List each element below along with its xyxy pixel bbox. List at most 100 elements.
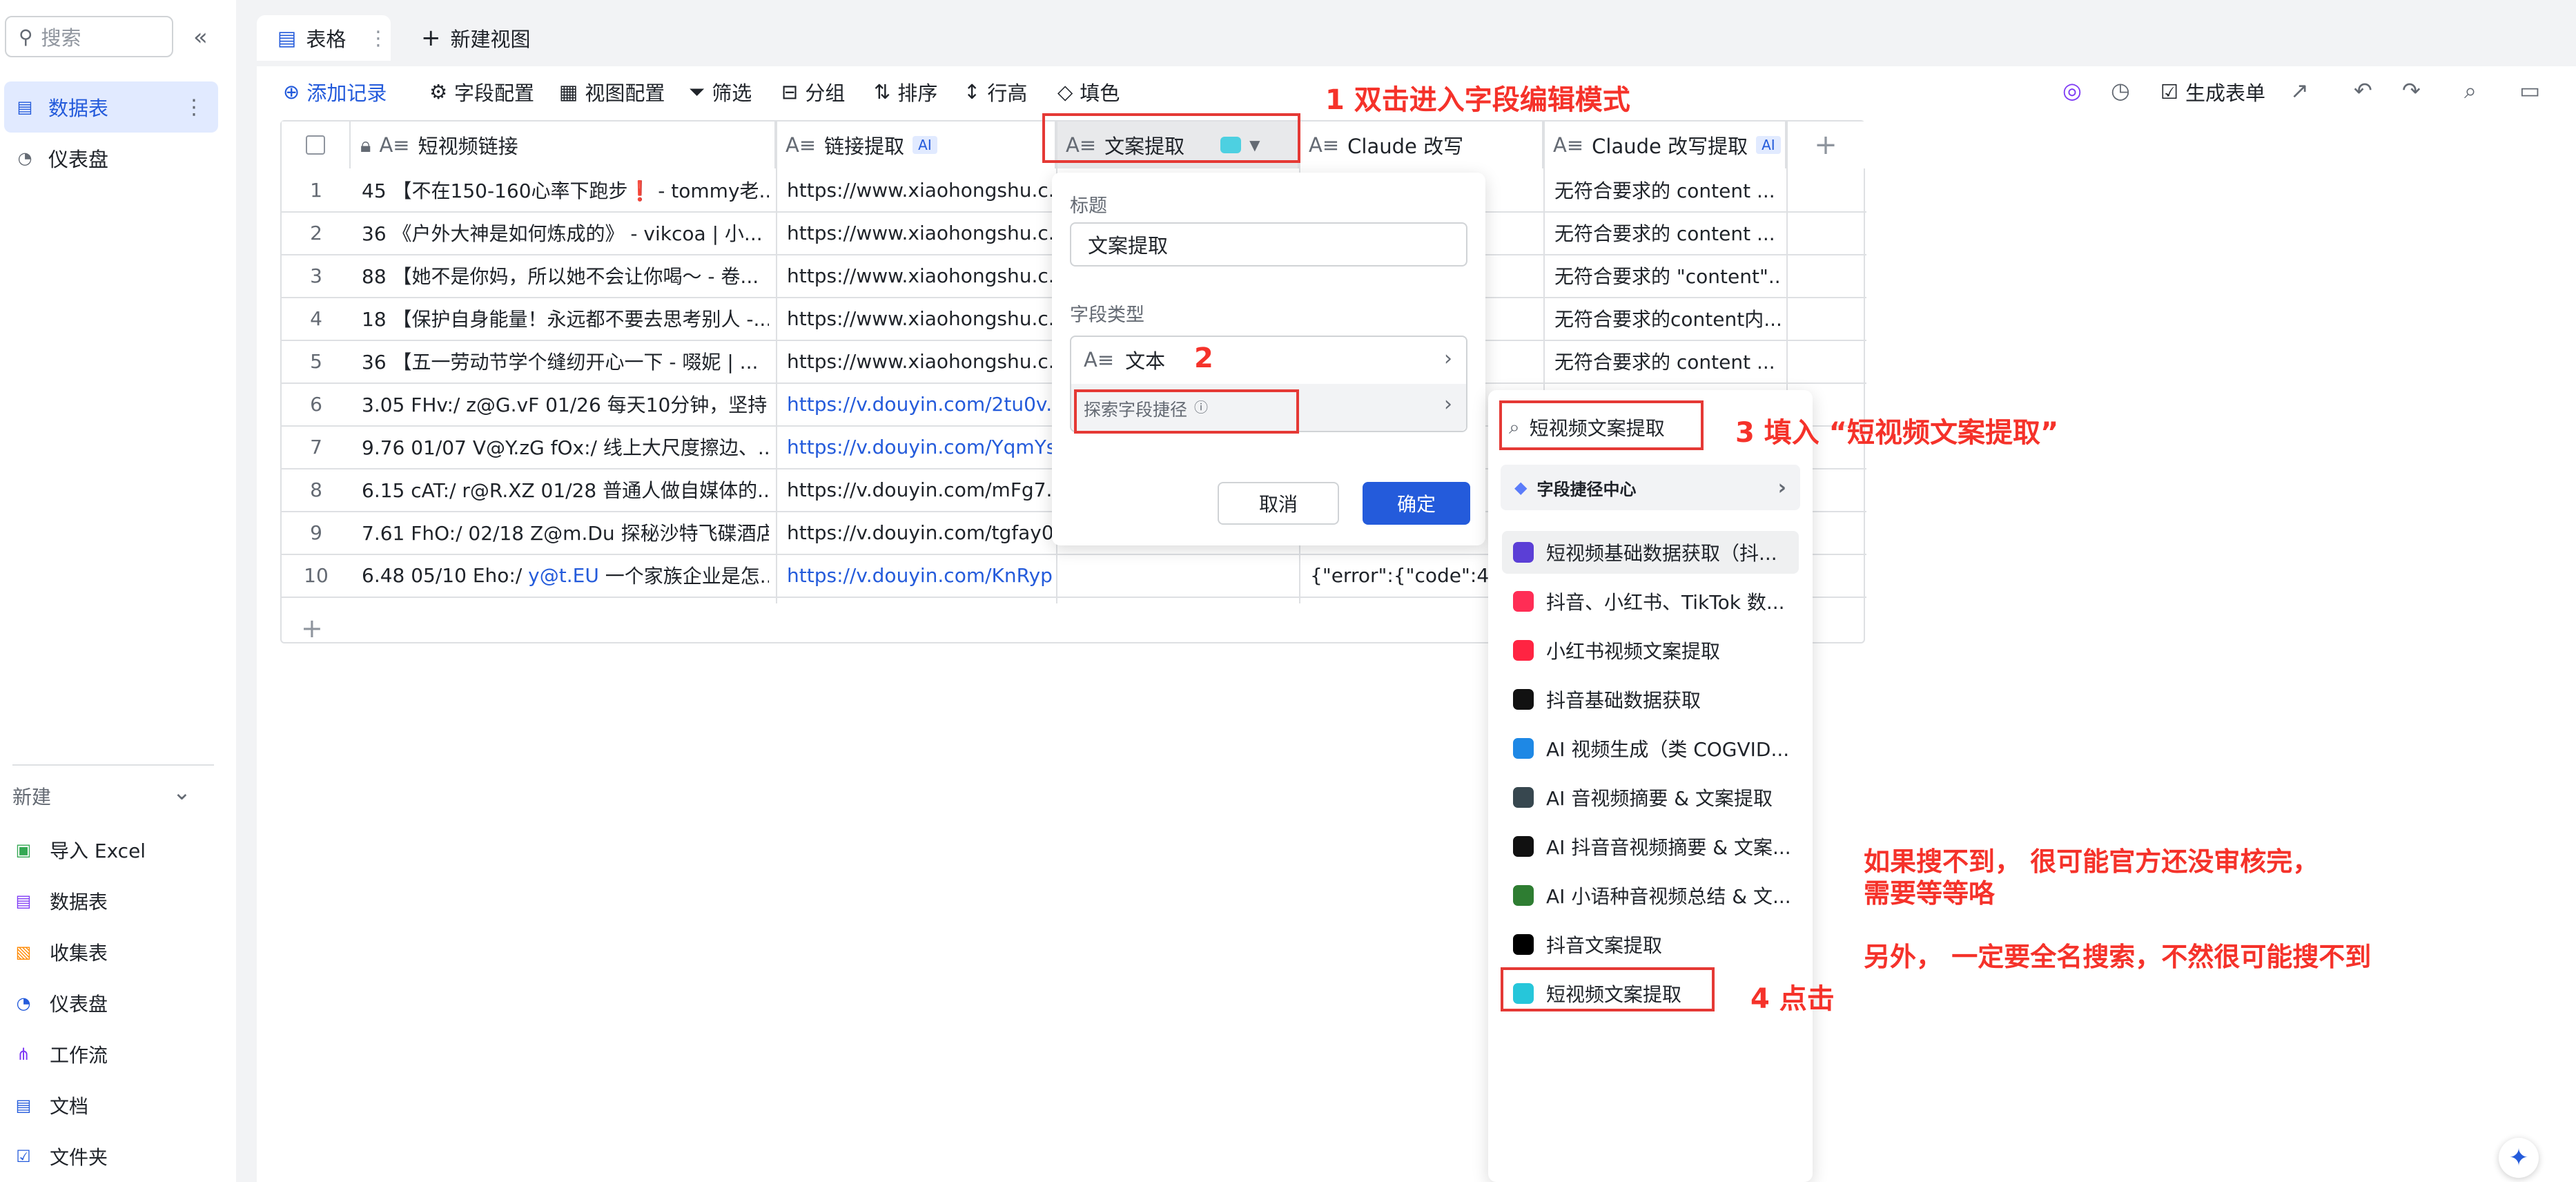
cell-short-video-link[interactable]: 9.76 01/07 V@Y.zG fOx:/ 线上大尺度擦边、... [362, 425, 769, 468]
step3-note: 3 填入 “短视频文案提取” [1735, 417, 2059, 449]
cell-short-video-link[interactable]: 45 【不在150-160心率下跑步❗ - tommy老... [362, 168, 769, 211]
column-header-short-video-link[interactable]: 🔒︎ A≡ 短视频链接 [351, 122, 776, 168]
cell-link-extract[interactable]: https://www.xiaohongshu.c... [787, 340, 1052, 382]
add-record-button[interactable]: ⊕ 添加记录 [283, 75, 387, 109]
cell-short-video-link[interactable]: 6.48 05/10 Eho:/ y@t.EU 一个家族企业是怎... [362, 554, 769, 597]
shortcut-item[interactable]: 短视频基础数据获取（抖... [1502, 531, 1799, 574]
generate-form-button[interactable]: ☑ 生成表单 [2160, 75, 2265, 109]
filter-button[interactable]: ⏷ 筛选 [689, 75, 752, 109]
cell-short-video-link[interactable]: 7.61 FhO:/ 02/18 Z@m.Du 探秘沙特飞碟酒店... [362, 511, 769, 554]
cell-link-extract[interactable]: https://v.douyin.com/tgfay0... [787, 511, 1052, 554]
cell-claude-rewrite-extract[interactable]: 无符合要求的 content ... [1554, 168, 1782, 211]
ai-badge: AI [1756, 136, 1781, 154]
shortcut-center-label: 字段捷径中心 [1536, 479, 1637, 499]
cell-short-video-link[interactable]: 88 【她不是你妈，所以她不会让你喝～ - 卷... [362, 254, 769, 297]
select-all-checkbox[interactable] [282, 122, 351, 168]
cell-claude-rewrite-extract[interactable]: 无符合要求的 content ... [1554, 340, 1782, 382]
cell-link-extract[interactable]: https://www.xiaohongshu.c... [787, 168, 1052, 211]
field-type-option[interactable]: A≡ 文本 [1084, 337, 1165, 382]
cancel-button[interactable]: 取消 [1218, 482, 1339, 525]
cell-short-video-link[interactable]: 36 【五一劳动节学个缝纫开心一下 - 啜妮 | ... [362, 340, 769, 382]
group-button[interactable]: ⊟ 分组 [781, 75, 845, 109]
confirm-button[interactable]: 确定 [1363, 482, 1470, 525]
cell-short-video-link[interactable]: 36 《户外大神是如何炼成的》 - vikcoa | 小... [362, 211, 769, 254]
cell-claude-rewrite-extract[interactable]: 无符合要求的 "content"... [1554, 254, 1782, 297]
shortcut-item[interactable]: 小红书视频文案提取 [1502, 629, 1799, 672]
shortcut-item[interactable]: 抖音文案提取 [1502, 923, 1799, 966]
row-number[interactable]: 1 [295, 168, 337, 211]
cell-link-extract[interactable]: https://www.xiaohongshu.c... [787, 297, 1052, 340]
table-icon: ▤ [15, 891, 32, 911]
row-number[interactable]: 10 [295, 554, 337, 597]
chevron-down-icon[interactable]: ⌄ [173, 779, 191, 805]
row-number[interactable]: 2 [295, 211, 337, 254]
text-field-icon: A≡ [786, 133, 817, 157]
create-doc[interactable]: ▤ 文档 [12, 1085, 88, 1126]
sidebar-item-dashboard[interactable]: ◔ 仪表盘 [4, 133, 218, 184]
sidebar-item-table[interactable]: ▤ 数据表 ⋮ [4, 81, 218, 133]
row-number[interactable]: 3 [295, 254, 337, 297]
text-field-icon: A≡ [1309, 133, 1340, 157]
create-form[interactable]: ▧ 收集表 [12, 931, 108, 973]
shortcut-item[interactable]: AI 音视频摘要 & 文案提取 [1502, 776, 1799, 819]
cell-link-extract[interactable]: https://v.douyin.com/2tu0v... [787, 382, 1052, 425]
history-icon[interactable]: ◷ [2111, 77, 2130, 104]
shortcut-item-label: 抖音基础数据获取 [1546, 689, 1701, 712]
cell-link-extract[interactable]: https://www.xiaohongshu.c... [787, 254, 1052, 297]
more-icon[interactable]: ⋮ [184, 95, 204, 119]
create-dashboard[interactable]: ◔ 仪表盘 [12, 982, 108, 1024]
shortcut-item[interactable]: 抖音基础数据获取 [1502, 678, 1799, 721]
cell-short-video-link[interactable]: 6.15 cAT:/ r@R.XZ 01/28 普通人做自媒体的... [362, 468, 769, 511]
redo-icon[interactable]: ↷ [2402, 77, 2421, 104]
shortcut-item[interactable]: 抖音、小红书、TikTok 数... [1502, 580, 1799, 623]
undo-icon[interactable]: ↶ [2354, 77, 2372, 104]
toolbar-label: 排序 [897, 81, 938, 105]
add-column-button[interactable]: + [1786, 122, 1865, 168]
ai-sparkle-button[interactable]: ✦ [2499, 1138, 2539, 1178]
cell-short-video-link[interactable]: 3.05 FHv:/ z@G.vF 01/26 每天10分钟，坚持... [362, 382, 769, 425]
create-table[interactable]: ▤ 数据表 [12, 880, 108, 922]
collapse-sidebar-icon[interactable]: « [193, 23, 208, 51]
field-editor-popup: 标题 文案提取 字段类型 A≡ 文本 › 探索字段捷径 ⓘ › 取消 确定 [1052, 173, 1485, 545]
cell-short-video-link[interactable]: 18 【保护自身能量！永远都不要去思考别人 -... [362, 297, 769, 340]
ai-assistant-icon[interactable]: ◎ [2062, 77, 2082, 104]
cell-claude-rewrite-extract[interactable]: 无符合要求的content内... [1554, 297, 1782, 340]
row-number[interactable]: 4 [295, 297, 337, 340]
view-config-button[interactable]: ▦ 视图配置 [559, 75, 665, 109]
add-row-button[interactable]: + [301, 613, 323, 643]
create-folder[interactable]: ☑ 文件夹 [12, 1136, 108, 1177]
create-import-excel[interactable]: ▣ 导入 Excel [12, 829, 146, 871]
create-workflow[interactable]: ⋔ 工作流 [12, 1034, 108, 1075]
comment-icon[interactable]: ▭ [2519, 77, 2540, 104]
field-shortcut-panel: ⌕ 短视频文案提取 ◆ 字段捷径中心 › 短视频基础数据获取（抖... 抖音、小红书、T… [1488, 390, 1813, 1182]
search-input[interactable]: ⚲ 搜索 [5, 16, 173, 57]
sort-button[interactable]: ⇅ 排序 [874, 75, 937, 109]
cell-link[interactable]: y@t.EU [528, 564, 599, 587]
row-number[interactable]: 9 [295, 511, 337, 554]
column-header-claude-rewrite-extract[interactable]: A≡ Claude 改写提取 AI [1543, 122, 1786, 168]
cell-link-extract[interactable]: https://v.douyin.com/KnRyp... [787, 554, 1052, 597]
column-header-link-extract[interactable]: A≡ 链接提取 AI [776, 122, 1056, 168]
cell-claude-rewrite-extract[interactable]: 无符合要求的 content ... [1554, 211, 1782, 254]
row-number[interactable]: 6 [295, 382, 337, 425]
new-view-button[interactable]: + 新建视图 [421, 15, 531, 61]
shortcut-item[interactable]: AI 抖音音视频摘要 & 文案... [1502, 825, 1799, 868]
fill-color-button[interactable]: ◇ 填色 [1057, 75, 1120, 109]
share-icon[interactable]: ↗ [2290, 77, 2309, 104]
column-header-claude-rewrite[interactable]: A≡ Claude 改写 [1299, 122, 1543, 168]
cell-link-extract[interactable]: https://v.douyin.com/YqmYs... [787, 425, 1052, 468]
shortcut-center-link[interactable]: ◆ 字段捷径中心 › [1501, 465, 1800, 510]
shortcut-item[interactable]: AI 小语种音视频总结 & 文... [1502, 874, 1799, 917]
search-records-icon[interactable]: ⌕ [2464, 77, 2477, 104]
cell-link-extract[interactable]: https://v.douyin.com/mFg7... [787, 468, 1052, 511]
row-number[interactable]: 7 [295, 425, 337, 468]
field-config-button[interactable]: ⚙ 字段配置 [429, 75, 534, 109]
more-icon[interactable]: ⋮ [368, 26, 388, 50]
tab-table-view[interactable]: ▤ 表格 ⋮ [257, 15, 391, 61]
row-number[interactable]: 5 [295, 340, 337, 382]
cell-link-extract[interactable]: https://www.xiaohongshu.c... [787, 211, 1052, 254]
field-title-input[interactable]: 文案提取 [1070, 222, 1467, 267]
shortcut-item[interactable]: AI 视频生成（类 COGVID... [1502, 727, 1799, 770]
row-number[interactable]: 8 [295, 468, 337, 511]
row-height-button[interactable]: ↕ 行高 [964, 75, 1027, 109]
